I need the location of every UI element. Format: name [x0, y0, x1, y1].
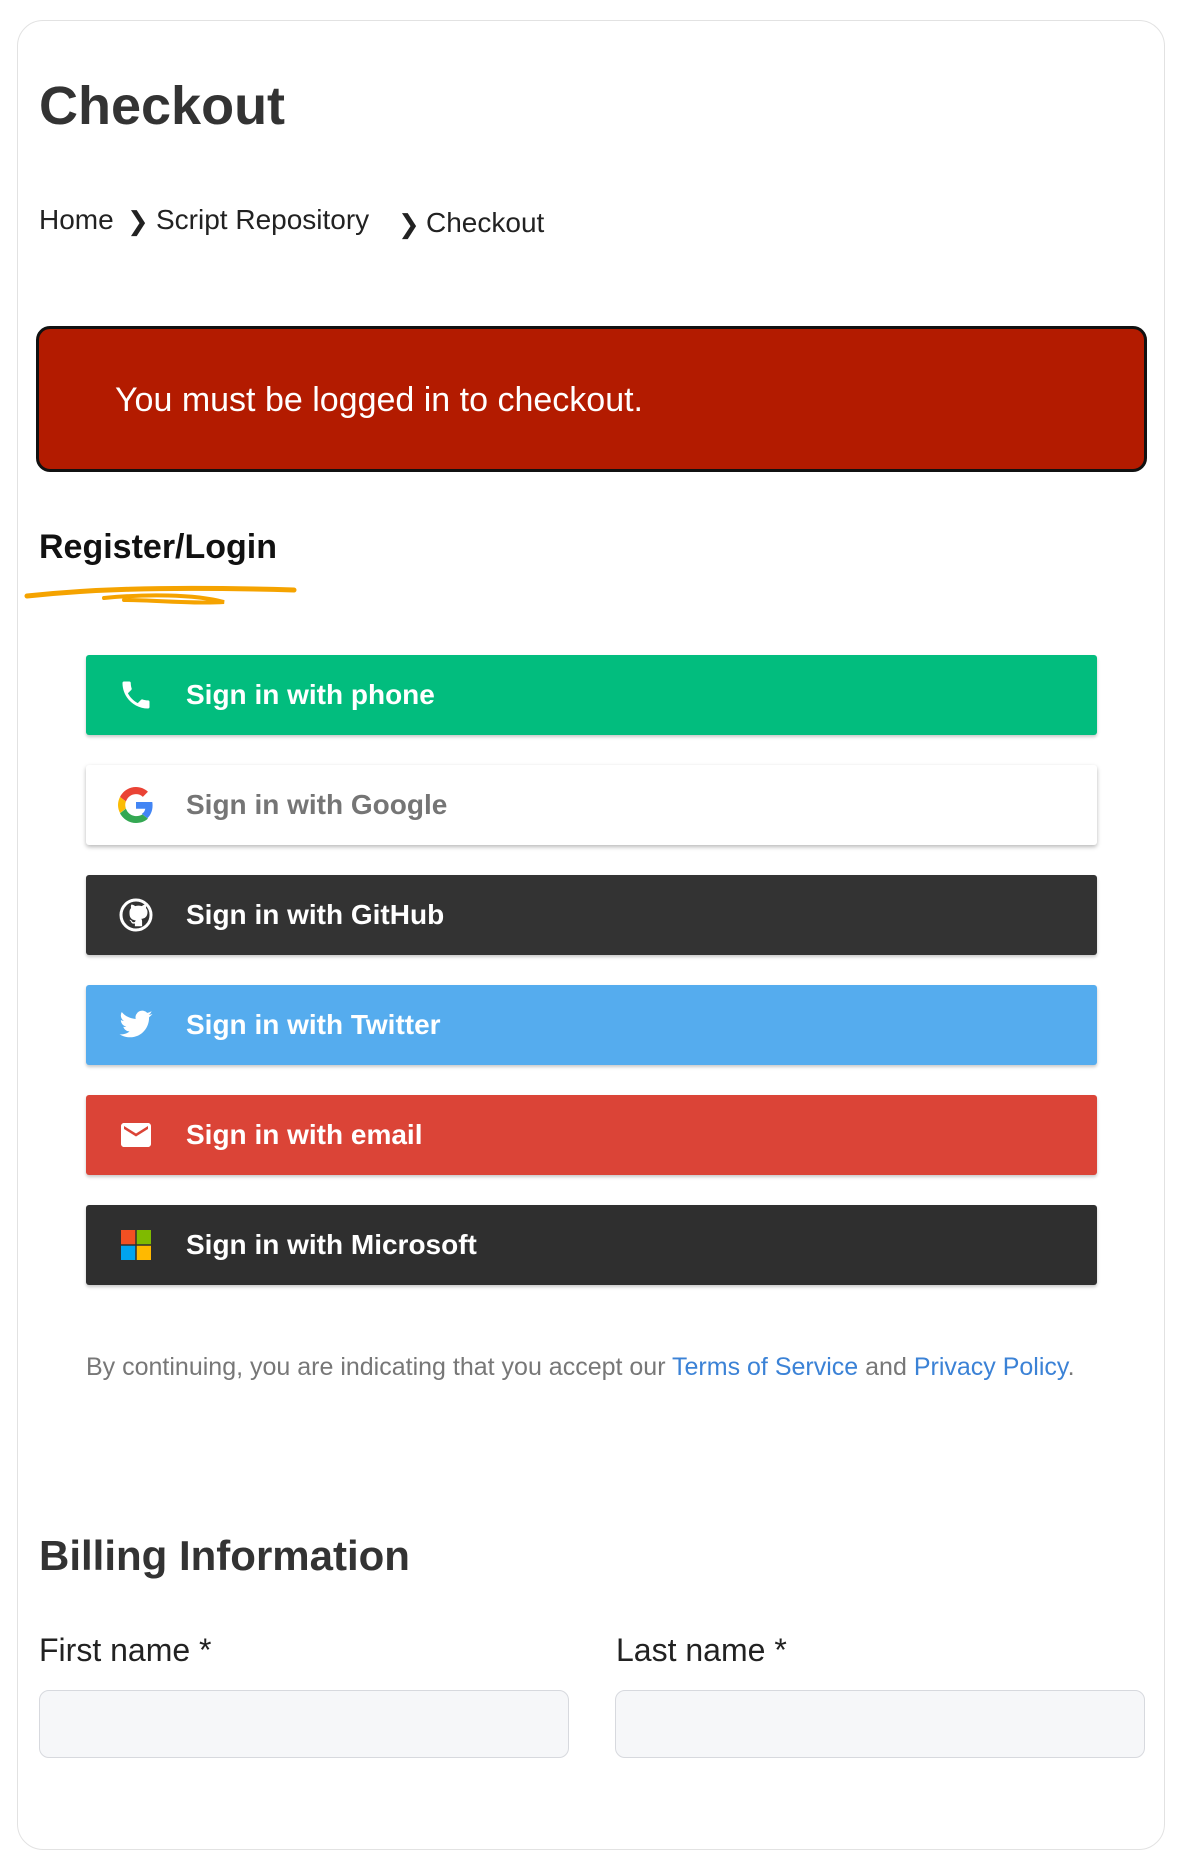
register-login-heading: Register/Login	[39, 528, 278, 566]
sign-in-email-label: Sign in with email	[186, 1119, 423, 1150]
first-name-label: First name *	[39, 1632, 212, 1668]
breadcrumb-home[interactable]: Home	[39, 204, 114, 236]
sign-in-twitter-label: Sign in with Twitter	[186, 1009, 441, 1040]
sign-in-twitter-button[interactable]: Sign in with Twitter	[86, 985, 1097, 1065]
login-required-alert: You must be logged in to checkout.	[36, 326, 1147, 472]
sign-in-phone-label: Sign in with phone	[186, 679, 435, 710]
email-icon	[121, 1123, 151, 1147]
sign-in-github-label: Sign in with GitHub	[186, 899, 445, 930]
github-icon	[119, 898, 153, 932]
google-icon	[118, 787, 153, 823]
chevron-right-icon: ❯	[398, 209, 420, 239]
sign-in-phone-button[interactable]: Sign in with phone	[86, 655, 1097, 735]
sign-in-google-button[interactable]: Sign in with Google	[86, 765, 1097, 845]
first-name-field[interactable]	[39, 1690, 569, 1758]
page-title: Checkout	[39, 76, 286, 136]
sign-in-google-label: Sign in with Google	[186, 789, 448, 820]
privacy-policy-link[interactable]: Privacy Policy	[914, 1353, 1068, 1381]
terms-notice: By continuing, you are indicating that y…	[86, 1343, 1086, 1391]
sign-in-microsoft-button[interactable]: Sign in with Microsoft	[86, 1205, 1097, 1285]
terms-of-service-link[interactable]: Terms of Service	[672, 1353, 858, 1381]
terms-notice-prefix: By continuing, you are indicating that y…	[86, 1353, 673, 1381]
terms-notice-middle: and	[858, 1353, 914, 1381]
last-name-field[interactable]	[615, 1690, 1145, 1758]
sign-in-github-button[interactable]: Sign in with GitHub	[86, 875, 1097, 955]
breadcrumb-current: Checkout	[426, 207, 545, 238]
twitter-icon	[119, 1010, 153, 1038]
breadcrumb: Home ❯ Script Repository ❯ Checkout	[39, 204, 739, 248]
last-name-label: Last name *	[616, 1632, 787, 1668]
terms-notice-suffix: .	[1067, 1353, 1075, 1381]
billing-information-heading: Billing Information	[39, 1532, 410, 1579]
alert-message: You must be logged in to checkout.	[115, 381, 643, 419]
brush-underline-decoration	[24, 585, 297, 605]
phone-icon	[122, 681, 150, 709]
sign-in-microsoft-label: Sign in with Microsoft	[186, 1229, 477, 1260]
sign-in-email-button[interactable]: Sign in with email	[86, 1095, 1097, 1175]
chevron-right-icon: ❯	[127, 206, 149, 236]
breadcrumb-script-repository[interactable]: Script Repository	[156, 204, 369, 236]
microsoft-icon	[121, 1230, 151, 1260]
